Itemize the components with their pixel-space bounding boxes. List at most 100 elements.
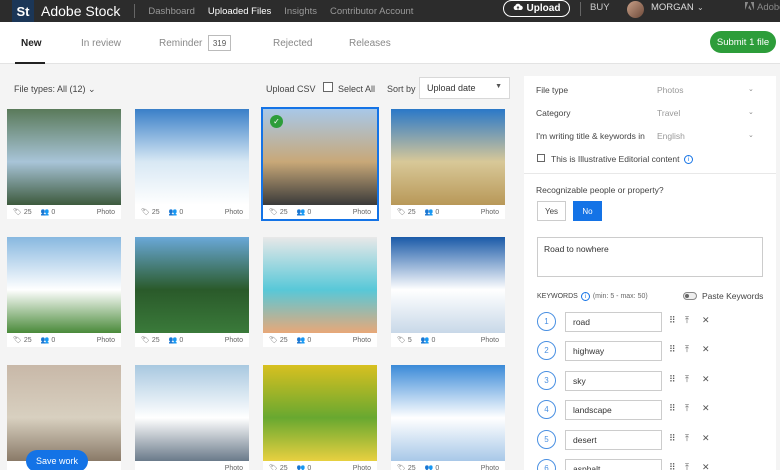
select-all-checkbox[interactable] [323,82,333,92]
avatar[interactable] [627,1,644,18]
thumbnail-meta: 🏷 25 👥 0 Photo [263,205,377,219]
close-icon[interactable]: ✕ [702,344,710,355]
tab-releases[interactable]: Releases [349,38,391,49]
people-count: 0 [179,336,184,344]
keyword-number: 2 [537,341,556,361]
move-to-top-icon[interactable]: ⤒ [685,433,689,444]
thumbnail-meta: Photo [135,461,249,470]
buy-link[interactable]: BUY [590,2,610,13]
stock-logo[interactable]: St [12,0,34,22]
keyword-input[interactable]: sky [565,370,662,391]
file-thumbnail[interactable]: 🏷 5 👥 0 Photo [391,237,505,347]
info-icon[interactable]: i [580,292,590,301]
keyword-input[interactable]: desert [565,429,662,450]
drag-handle-icon[interactable]: ⠿ [669,374,676,385]
upload-button[interactable]: Upload [503,0,570,17]
close-icon[interactable]: ✕ [702,315,710,326]
editorial-checkbox[interactable] [537,154,545,162]
file-type-label: Photo [480,336,499,344]
category-label: Category [536,108,571,118]
chevron-down-icon[interactable]: ⌄ [697,3,704,12]
file-thumbnail[interactable]: 🏷 25 👥 0 Photo [391,109,505,219]
file-thumbnail[interactable]: Photo [135,365,249,470]
paste-keywords-label: Paste Keywords [702,291,764,301]
nav-insights[interactable]: Insights [284,6,317,17]
photo-preview [263,365,377,461]
file-type-select[interactable]: Photos [657,85,683,95]
chevron-down-icon[interactable]: ⌄ [748,85,754,93]
no-button[interactable]: No [573,201,602,221]
keyword-row: 6 asphalt ⠿ ⤒ ✕ [537,459,767,470]
username[interactable]: MORGAN [651,2,694,13]
tab-new[interactable]: New [21,38,42,49]
drag-handle-icon[interactable]: ⠿ [669,403,676,414]
language-select[interactable]: English [657,131,685,141]
photo-preview [135,365,249,461]
sort-select[interactable]: Upload date ▼ [419,77,510,99]
brand-title[interactable]: Adobe Stock [41,3,120,19]
drag-handle-icon[interactable]: ⠿ [669,462,676,470]
file-thumbnail[interactable]: 🏷 25 👥 0 Photo [7,109,121,219]
file-type-label: File type [536,85,569,95]
photo-preview [263,237,377,333]
file-thumbnail[interactable]: 🏷 25 👥 0 Photo [391,365,505,470]
file-thumbnail[interactable]: 🏷 25 👥 0 Photo [263,365,377,470]
tab-rejected[interactable]: Rejected [273,38,312,49]
close-icon[interactable]: ✕ [702,403,710,414]
file-type-label: Photo [352,208,371,216]
tab-reminder[interactable]: Reminder [159,38,202,49]
file-thumbnail[interactable]: 🏷 25 👥 0 Photo [135,109,249,219]
file-type-label: Photo [480,464,499,470]
nav-dashboard[interactable]: Dashboard [148,6,194,17]
chevron-down-icon[interactable]: ⌄ [748,108,754,116]
info-icon[interactable]: i [684,155,693,164]
tab-in-review[interactable]: In review [81,38,121,49]
keyword-input[interactable]: asphalt [565,459,662,470]
keyword-count: 25 [279,208,288,216]
keywords-label: KEYWORDS i (min: 5 - max: 50) [537,292,648,301]
tag-icon: 🏷 [397,209,406,216]
close-icon[interactable]: ✕ [702,433,710,444]
paste-keywords-toggle[interactable] [683,292,697,300]
adobe-link[interactable]: Adobe [745,2,780,13]
save-work-button[interactable]: Save work [26,450,88,470]
move-to-top-icon[interactable]: ⤒ [685,403,689,414]
people-count: 0 [51,208,56,216]
close-icon[interactable]: ✕ [702,462,710,470]
people-icon: 👥 [424,465,434,470]
close-icon[interactable]: ✕ [702,374,710,385]
upload-label: Upload [526,3,561,14]
thumbnail-meta: 🏷 25 👥 0 Photo [263,333,377,347]
move-to-top-icon[interactable]: ⤒ [685,374,689,385]
drag-handle-icon[interactable]: ⠿ [669,433,676,444]
move-to-top-icon[interactable]: ⤒ [685,315,689,326]
submit-files-button[interactable]: Submit 1 file [710,31,776,53]
chevron-down-icon: ⌄ [88,84,96,94]
move-to-top-icon[interactable]: ⤒ [685,344,689,355]
tag-icon: 🏷 [397,337,406,344]
chevron-down-icon[interactable]: ⌄ [748,131,754,139]
drag-handle-icon[interactable]: ⠿ [669,315,676,326]
yes-button[interactable]: Yes [537,201,566,221]
keyword-input[interactable]: highway [565,341,662,362]
file-thumbnail[interactable]: ✓ 🏷 25 👥 0 Photo [261,107,379,221]
tag-icon: 🏷 [141,209,150,216]
keyword-number: 1 [537,312,556,331]
category-select[interactable]: Travel [657,108,680,118]
drag-handle-icon[interactable]: ⠿ [669,344,676,355]
select-all-label[interactable]: Select All [338,84,375,94]
file-thumbnail[interactable]: 🏷 25 👥 0 Photo [263,237,377,347]
tag-icon: 🏷 [269,465,278,470]
nav-contributor-account[interactable]: Contributor Account [330,6,413,17]
keyword-input[interactable]: road [565,312,662,332]
keyword-input[interactable]: landscape [565,400,662,421]
file-thumbnail[interactable]: 🏷 25 👥 0 Photo [135,237,249,347]
file-thumbnail[interactable]: 🏷 25 👥 0 Photo [7,237,121,347]
title-input[interactable]: Road to nowhere [537,237,763,277]
people-icon: 👥 [296,209,306,216]
move-to-top-icon[interactable]: ⤒ [685,462,689,470]
upload-csv-link[interactable]: Upload CSV [266,84,316,94]
nav-uploaded-files[interactable]: Uploaded Files [208,6,271,17]
cloud-upload-icon [513,3,523,14]
file-types-filter[interactable]: File types: All (12) ⌄ [14,84,96,95]
